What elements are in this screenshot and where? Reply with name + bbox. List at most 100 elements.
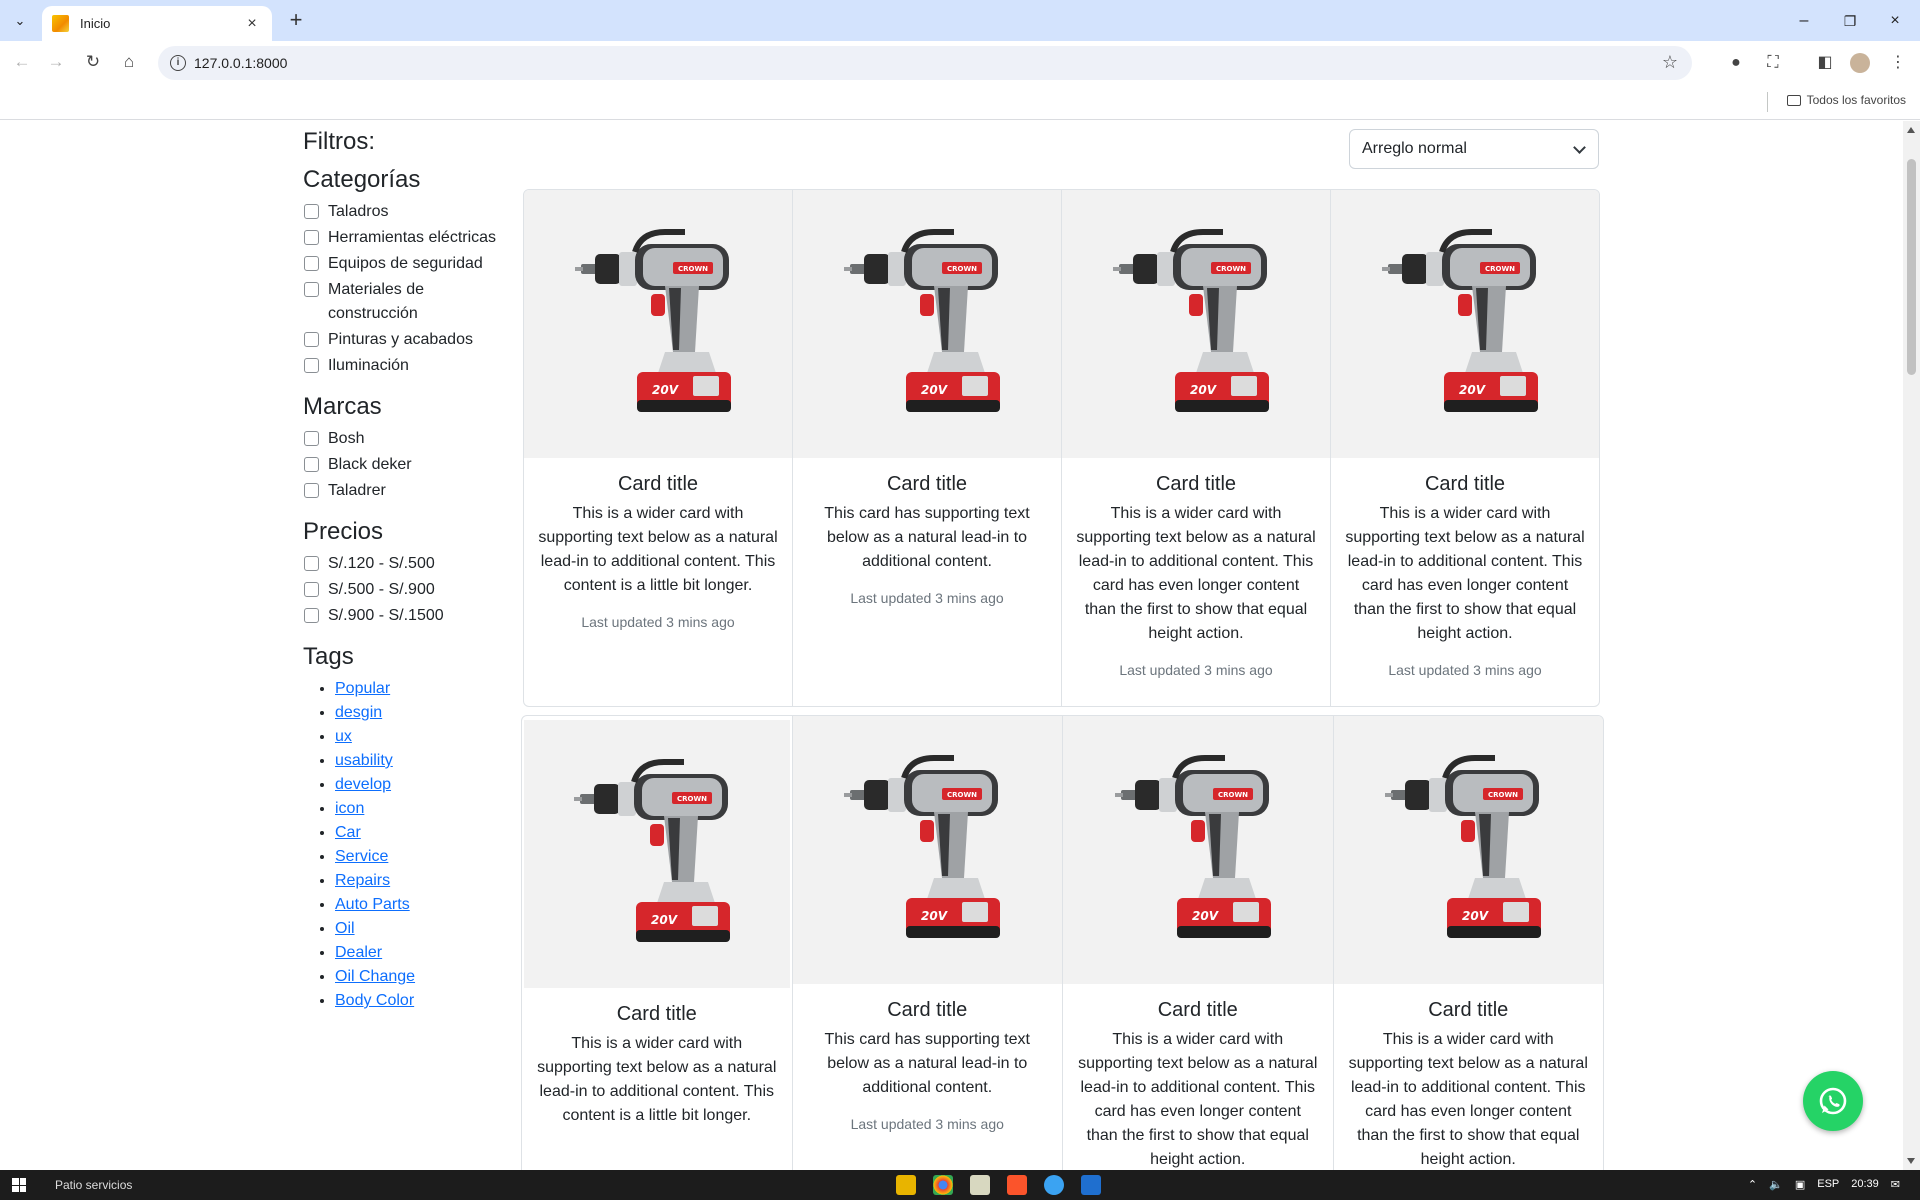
brand-filter-option[interactable]: Taladrer [303, 479, 503, 503]
tab-close-icon[interactable]: × [242, 15, 262, 33]
notifications-icon[interactable]: ✉ [1891, 1178, 1900, 1191]
whatsapp-button[interactable] [1803, 1071, 1863, 1131]
tag-link[interactable]: Auto Parts [335, 896, 410, 913]
category-filter-option[interactable]: Equipos de seguridad [303, 252, 503, 276]
tag-link[interactable]: icon [335, 800, 364, 817]
product-card[interactable]: CROWN 20V Card title This is a wider card w… [1062, 190, 1331, 706]
extensions-puzzle-icon[interactable]: ⛶ [1761, 51, 1785, 75]
category-filter-option[interactable]: Pinturas y acabados [303, 328, 503, 352]
home-icon[interactable]: ⌂ [117, 50, 141, 74]
category-label: Iluminación [328, 357, 409, 374]
price-filter-option[interactable]: S/.900 - S/.1500 [303, 604, 503, 628]
folder-icon [1786, 94, 1801, 106]
category-label: Pinturas y acabados [328, 331, 473, 348]
tag-link[interactable]: Repairs [335, 872, 390, 889]
chrome-icon[interactable] [933, 1175, 953, 1195]
language-indicator[interactable]: ESP [1817, 1178, 1839, 1191]
all-bookmarks-button[interactable]: Todos los favoritos [1786, 93, 1906, 107]
address-url[interactable]: 127.0.0.1:8000 [194, 55, 287, 71]
browser-tab[interactable]: Inicio × [42, 6, 272, 41]
scroll-up-icon[interactable] [1907, 127, 1915, 133]
sort-select[interactable]: Arreglo normal [1349, 129, 1599, 169]
product-card[interactable]: CROWN 20V Card title This card has supporti… [793, 190, 1062, 706]
price-filter-option[interactable]: S/.500 - S/.900 [303, 578, 503, 602]
svg-text:20V: 20V [921, 909, 949, 923]
category-checkbox[interactable] [304, 204, 319, 219]
tag-link[interactable]: Oil [335, 920, 355, 937]
scroll-down-icon[interactable] [1907, 1158, 1915, 1164]
side-panel-icon[interactable]: ◧ [1813, 51, 1837, 75]
address-bar[interactable]: i 127.0.0.1:8000 ☆ [158, 46, 1692, 80]
card-image: CROWN 20V [1062, 190, 1330, 458]
tray-chevron-icon[interactable]: ⌃ [1748, 1178, 1757, 1191]
app-icon[interactable] [1044, 1175, 1064, 1195]
brand-checkbox[interactable] [304, 483, 319, 498]
tag-list-item: desgin [335, 701, 503, 725]
whatsapp-icon [1819, 1087, 1847, 1115]
scrollbar-thumb[interactable] [1907, 159, 1916, 375]
svg-text:CROWN: CROWN [1485, 265, 1515, 273]
file-explorer-icon[interactable] [896, 1175, 916, 1195]
new-tab-icon[interactable]: + [282, 8, 310, 34]
category-label: Equipos de seguridad [328, 255, 483, 272]
category-checkbox[interactable] [304, 282, 319, 297]
browser-menu-icon[interactable]: ⋮ [1886, 51, 1910, 75]
network-icon[interactable]: ▣ [1795, 1178, 1805, 1191]
reload-icon[interactable]: ↻ [81, 50, 105, 74]
forward-icon[interactable]: → [44, 50, 68, 74]
minimize-icon[interactable]: – [1784, 10, 1824, 32]
vscode-icon[interactable] [1081, 1175, 1101, 1195]
product-card[interactable]: CROWN 20V Card title This is a wider card w… [524, 190, 793, 706]
category-checkbox[interactable] [304, 358, 319, 373]
site-info-icon[interactable]: i [170, 55, 186, 71]
brand-checkbox[interactable] [304, 431, 319, 446]
category-checkbox[interactable] [304, 256, 319, 271]
tag-link[interactable]: Service [335, 848, 388, 865]
tab-search-chevron-icon[interactable]: ⌄ [6, 8, 34, 34]
profile-avatar[interactable] [1850, 53, 1870, 73]
tag-list-item: usability [335, 749, 503, 773]
volume-icon[interactable]: 🔈 [1769, 1178, 1783, 1191]
price-checkbox[interactable] [304, 608, 319, 623]
clock[interactable]: 20:39 [1851, 1178, 1879, 1191]
notepad-icon[interactable] [970, 1175, 990, 1195]
tag-link[interactable]: Dealer [335, 944, 382, 961]
bookmark-star-icon[interactable]: ☆ [1662, 52, 1678, 73]
category-filter-option[interactable]: Iluminación [303, 354, 503, 378]
back-icon[interactable]: ← [10, 50, 34, 74]
brand-filter-option[interactable]: Bosh [303, 427, 503, 451]
card-image: CROWN 20V [1333, 716, 1603, 984]
tag-link[interactable]: desgin [335, 704, 382, 721]
tag-link[interactable]: Body Color [335, 992, 414, 1009]
product-card[interactable]: CROWN 20V Card title This is a wider card w… [1331, 190, 1599, 706]
tag-link[interactable]: ux [335, 728, 352, 745]
tag-link[interactable]: Car [335, 824, 361, 841]
tag-link[interactable]: Popular [335, 680, 390, 697]
brand-checkbox[interactable] [304, 457, 319, 472]
product-card[interactable]: CROWN 20V Card title This is a wider card w… [1063, 716, 1334, 1170]
price-filter-option[interactable]: S/.120 - S/.500 [303, 552, 503, 576]
category-checkbox[interactable] [304, 332, 319, 347]
product-card[interactable]: CROWN 20V Card title This card has supporti… [792, 716, 1063, 1170]
tag-link[interactable]: develop [335, 776, 391, 793]
window-close-icon[interactable]: × [1875, 10, 1915, 32]
category-filter-option[interactable]: Taladros [303, 200, 503, 224]
svg-text:CROWN: CROWN [947, 791, 977, 799]
price-checkbox[interactable] [304, 556, 319, 571]
category-filter-option[interactable]: Herramientas eléctricas [303, 226, 503, 250]
page-scrollbar[interactable] [1903, 121, 1920, 1170]
category-filter-option[interactable]: Materiales de construcción [303, 278, 503, 326]
price-checkbox[interactable] [304, 582, 319, 597]
page-viewport: Filtros: Categorías Taladros Herramientas… [0, 121, 1903, 1170]
category-checkbox[interactable] [304, 230, 319, 245]
product-card[interactable]: CROWN 20V Card title This is a wider card w… [522, 716, 793, 1170]
cookie-extension-icon[interactable]: ● [1724, 51, 1748, 75]
tag-link[interactable]: usability [335, 752, 393, 769]
brave-icon[interactable] [1007, 1175, 1027, 1195]
windows-start-icon[interactable] [12, 1178, 26, 1192]
tag-link[interactable]: Oil Change [335, 968, 415, 985]
brand-filter-option[interactable]: Black deker [303, 453, 503, 477]
restore-icon[interactable]: ❐ [1830, 10, 1870, 32]
product-card[interactable]: CROWN 20V Card title This is a wider card w… [1333, 716, 1603, 1170]
taskbar-search-label[interactable]: Patio servicios [55, 1178, 132, 1192]
